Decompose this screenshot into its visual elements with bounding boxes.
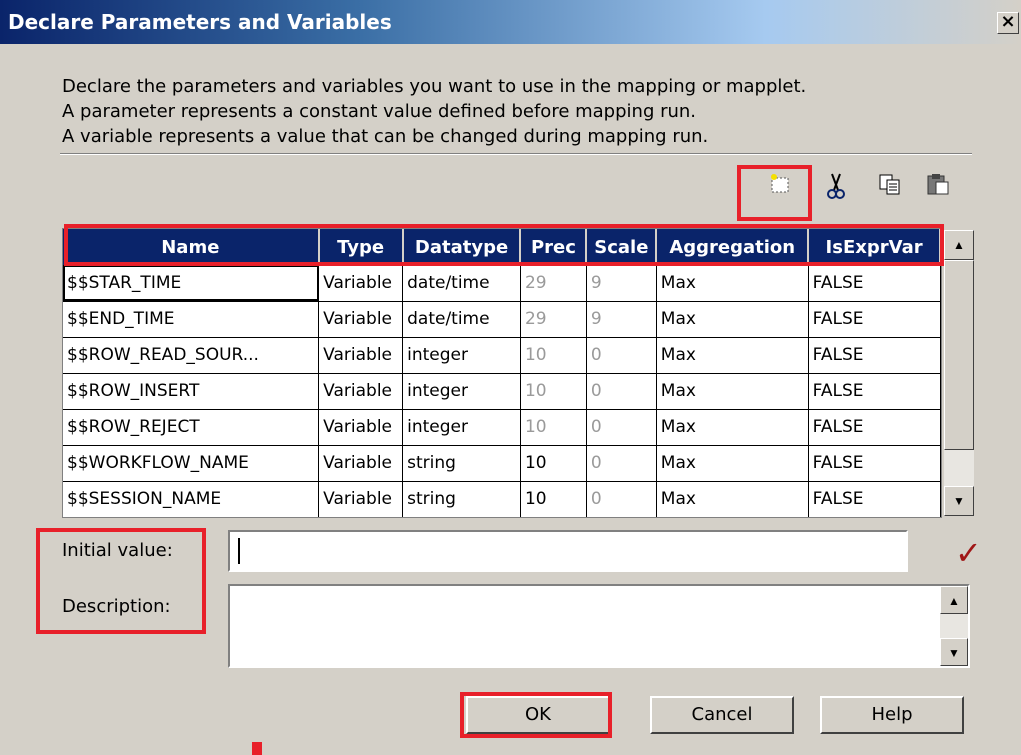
description-label: Description:: [62, 596, 171, 617]
desc-scroll-up-icon[interactable]: ▲: [940, 586, 968, 614]
grid-scrollbar[interactable]: ▲ ▼: [944, 230, 974, 516]
column-header-aggregation[interactable]: Aggregation: [656, 229, 810, 265]
column-header-name[interactable]: Name: [63, 229, 320, 265]
cell-type[interactable]: Variable: [318, 337, 404, 374]
cell-datatype[interactable]: date/time: [402, 301, 521, 338]
table-row[interactable]: $$ROW_READ_SOUR... Variable integer 10 0…: [63, 337, 941, 374]
table-row[interactable]: $$STAR_TIME Variable date/time 29 9 Max …: [63, 265, 941, 302]
column-header-datatype[interactable]: Datatype: [402, 229, 522, 265]
checkmark-icon[interactable]: ✓: [955, 534, 982, 572]
cell-type[interactable]: Variable: [318, 373, 404, 410]
help-button[interactable]: Help: [820, 696, 964, 734]
cell-scale[interactable]: 0: [586, 337, 657, 374]
description-line: A parameter represents a constant value …: [62, 101, 697, 122]
header-row: Name Type Datatype Prec Scale Aggregatio…: [63, 229, 941, 265]
copy-icon[interactable]: [872, 172, 908, 206]
close-icon[interactable]: ×: [997, 12, 1019, 34]
cell-type[interactable]: Variable: [318, 301, 404, 338]
cell-scale[interactable]: 0: [586, 481, 657, 517]
cell-type[interactable]: Variable: [318, 481, 404, 517]
text-cursor: [238, 538, 240, 564]
description-input[interactable]: ▲ ▼: [228, 584, 970, 668]
cell-aggregation[interactable]: Max: [656, 409, 809, 446]
cell-prec[interactable]: 10: [520, 373, 587, 410]
ok-button[interactable]: OK: [466, 696, 610, 734]
cancel-button[interactable]: Cancel: [650, 696, 794, 734]
cell-prec[interactable]: 10: [520, 409, 587, 446]
desc-scroll-down-icon[interactable]: ▼: [940, 638, 968, 666]
cell-isexprvar[interactable]: FALSE: [808, 265, 941, 302]
cell-aggregation[interactable]: Max: [656, 373, 809, 410]
table-row[interactable]: $$ROW_REJECT Variable integer 10 0 Max F…: [63, 409, 941, 446]
cell-isexprvar[interactable]: FALSE: [808, 409, 941, 446]
cell-aggregation[interactable]: Max: [656, 265, 809, 302]
column-header-isexprvar[interactable]: IsExprVar: [808, 229, 941, 265]
cell-isexprvar[interactable]: FALSE: [808, 301, 941, 338]
cell-name[interactable]: $$STAR_TIME: [63, 265, 320, 302]
initial-value-label: Initial value:: [62, 540, 173, 561]
table-row[interactable]: $$ROW_INSERT Variable integer 10 0 Max F…: [63, 373, 941, 410]
cell-type[interactable]: Variable: [318, 445, 404, 482]
cell-name[interactable]: $$END_TIME: [63, 301, 320, 338]
table-row[interactable]: $$END_TIME Variable date/time 29 9 Max F…: [63, 301, 941, 338]
cell-datatype[interactable]: integer: [402, 409, 521, 446]
title-bar: Declare Parameters and Variables ×: [0, 0, 1021, 44]
description-text: Declare the parameters and variables you…: [62, 74, 806, 149]
cell-prec[interactable]: 10: [520, 337, 587, 374]
cut-icon[interactable]: [818, 172, 854, 206]
cell-prec[interactable]: 10: [520, 445, 587, 482]
window-title: Declare Parameters and Variables: [8, 10, 392, 34]
new-item-icon[interactable]: [762, 172, 798, 206]
cell-type[interactable]: Variable: [318, 265, 404, 302]
paste-icon[interactable]: [920, 172, 956, 206]
cell-name[interactable]: $$ROW_READ_SOUR...: [63, 337, 320, 374]
cell-prec[interactable]: 29: [520, 301, 587, 338]
cell-datatype[interactable]: string: [402, 481, 521, 517]
cell-scale[interactable]: 0: [586, 445, 657, 482]
cell-isexprvar[interactable]: FALSE: [808, 481, 941, 517]
table-row[interactable]: $$WORKFLOW_NAME Variable string 10 0 Max…: [63, 445, 941, 482]
scroll-up-icon[interactable]: ▲: [944, 230, 974, 260]
cell-scale[interactable]: 9: [586, 301, 657, 338]
cell-name[interactable]: $$SESSION_NAME: [63, 481, 320, 517]
initial-value-input[interactable]: [228, 530, 908, 572]
highlight-marker: [252, 742, 262, 755]
description-line: A variable represents a value that can b…: [62, 126, 709, 147]
cell-isexprvar[interactable]: FALSE: [808, 373, 941, 410]
cell-isexprvar[interactable]: FALSE: [808, 445, 941, 482]
column-header-scale[interactable]: Scale: [586, 229, 658, 265]
description-scrollbar[interactable]: ▲ ▼: [940, 586, 968, 666]
cell-datatype[interactable]: integer: [402, 373, 521, 410]
description-line: Declare the parameters and variables you…: [62, 76, 807, 97]
column-header-type[interactable]: Type: [318, 229, 404, 265]
scroll-thumb[interactable]: [944, 260, 974, 450]
cell-prec[interactable]: 29: [520, 265, 587, 302]
cell-name[interactable]: $$ROW_REJECT: [63, 409, 320, 446]
cell-isexprvar[interactable]: FALSE: [808, 337, 941, 374]
cell-aggregation[interactable]: Max: [656, 301, 809, 338]
column-header-prec[interactable]: Prec: [520, 229, 588, 265]
table-row[interactable]: $$SESSION_NAME Variable string 10 0 Max …: [63, 481, 941, 517]
cell-name[interactable]: $$ROW_INSERT: [63, 373, 320, 410]
cell-scale[interactable]: 0: [586, 409, 657, 446]
cell-aggregation[interactable]: Max: [656, 337, 809, 374]
variables-grid[interactable]: Name Type Datatype Prec Scale Aggregatio…: [62, 228, 942, 518]
cell-type[interactable]: Variable: [318, 409, 404, 446]
scroll-down-icon[interactable]: ▼: [944, 486, 974, 516]
variables-table: Name Type Datatype Prec Scale Aggregatio…: [63, 229, 941, 517]
cell-prec[interactable]: 10: [520, 481, 587, 517]
cell-scale[interactable]: 0: [586, 373, 657, 410]
cell-aggregation[interactable]: Max: [656, 445, 809, 482]
cell-name[interactable]: $$WORKFLOW_NAME: [63, 445, 320, 482]
separator: [60, 153, 972, 155]
cell-datatype[interactable]: integer: [402, 337, 521, 374]
cell-datatype[interactable]: date/time: [402, 265, 521, 302]
cell-datatype[interactable]: string: [402, 445, 521, 482]
cell-scale[interactable]: 9: [586, 265, 657, 302]
cell-aggregation[interactable]: Max: [656, 481, 809, 517]
